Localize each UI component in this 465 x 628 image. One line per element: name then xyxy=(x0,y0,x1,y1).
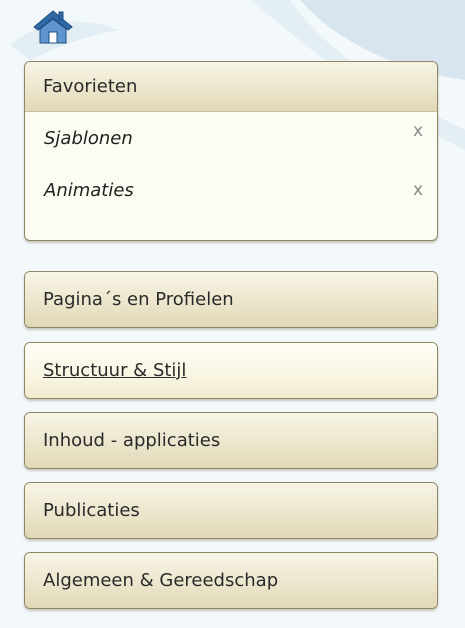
nav-button-face: Pagina´s en Profielen xyxy=(25,272,437,327)
remove-favorite-icon[interactable]: x xyxy=(413,121,423,141)
nav-button-face: Structuur & Stijl xyxy=(25,343,437,398)
favorite-item-sjablonen[interactable]: Sjablonen x xyxy=(25,112,437,164)
nav-button-label: Algemeen & Gereedschap xyxy=(43,570,279,591)
nav-button-label: Inhoud - applicaties xyxy=(43,430,221,451)
nav-button-label: Pagina´s en Profielen xyxy=(43,289,234,310)
nav-button-publicaties[interactable]: Publicaties xyxy=(24,482,438,539)
favorites-panel: Favorieten Sjablonen x Animaties x xyxy=(24,61,438,241)
house-icon xyxy=(33,10,73,44)
nav-button-label: Structuur & Stijl xyxy=(43,360,187,381)
favorites-list: Sjablonen x Animaties x xyxy=(25,112,437,216)
nav-button-face: Inhoud - applicaties xyxy=(25,413,437,468)
nav-button-face: Publicaties xyxy=(25,483,437,538)
favorites-title: Favorieten xyxy=(43,76,138,97)
nav-button-structuur-en-stijl[interactable]: Structuur & Stijl xyxy=(24,342,438,399)
favorites-header[interactable]: Favorieten xyxy=(25,62,437,112)
nav-button-label: Publicaties xyxy=(43,500,140,521)
nav-button-inhoud-applicaties[interactable]: Inhoud - applicaties xyxy=(24,412,438,469)
favorite-item-label: Animaties xyxy=(44,179,134,201)
home-button[interactable] xyxy=(31,8,75,46)
favorite-item-animaties[interactable]: Animaties x xyxy=(25,164,437,216)
favorite-item-label: Sjablonen xyxy=(44,127,133,149)
nav-button-face: Algemeen & Gereedschap xyxy=(25,553,437,608)
nav-button-algemeen-en-gereedschap[interactable]: Algemeen & Gereedschap xyxy=(24,552,438,609)
nav-button-paginas-en-profielen[interactable]: Pagina´s en Profielen xyxy=(24,271,438,328)
remove-favorite-icon[interactable]: x xyxy=(413,180,423,200)
